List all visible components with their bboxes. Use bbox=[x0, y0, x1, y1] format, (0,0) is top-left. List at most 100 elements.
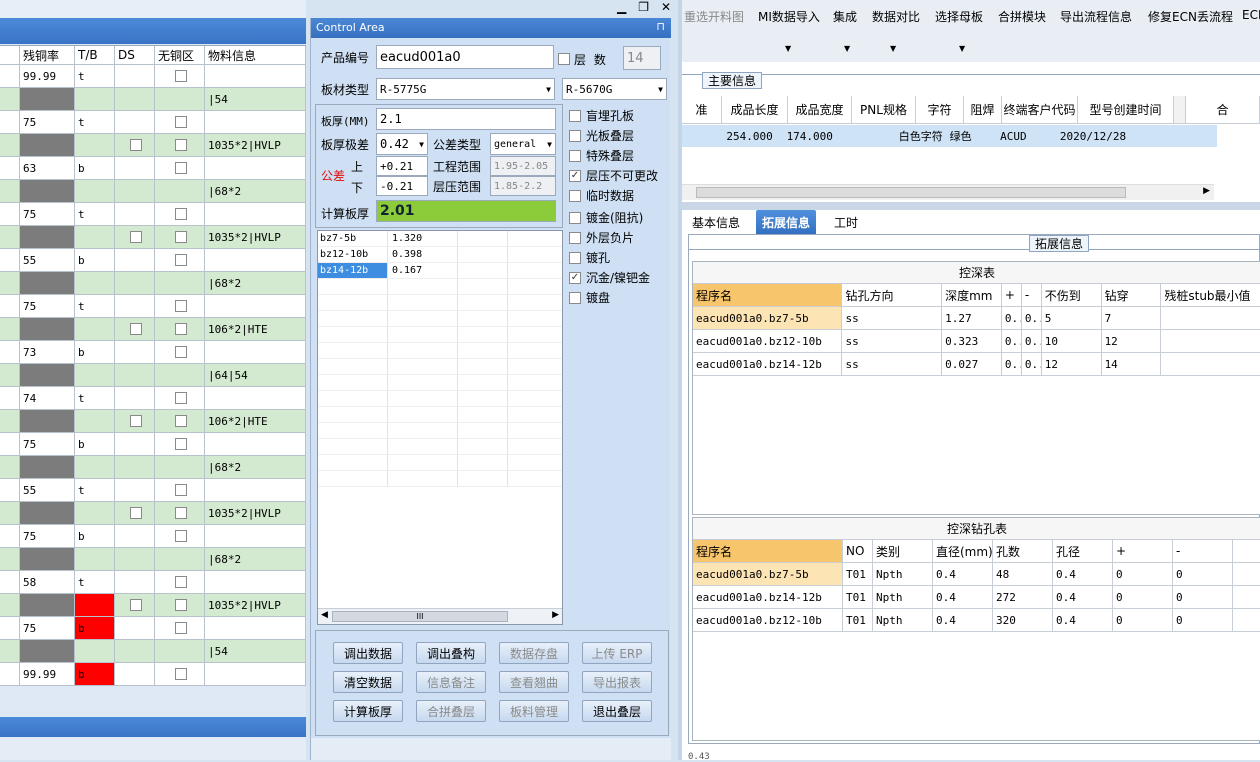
main-info-cell[interactable] bbox=[839, 125, 898, 147]
copper-rate-cell[interactable]: 75 bbox=[20, 617, 75, 639]
table-cell[interactable]: 0 bbox=[1113, 609, 1173, 631]
material-cell[interactable]: 1035*2|HVLP bbox=[205, 594, 306, 616]
no-copper-cell[interactable] bbox=[155, 203, 205, 225]
main-info-column-header[interactable]: 终端客户代码 bbox=[1002, 96, 1078, 123]
tb-cell[interactable] bbox=[75, 226, 115, 248]
data-compare-button[interactable]: 数据对比 bbox=[872, 8, 920, 25]
tb-cell[interactable]: b bbox=[75, 341, 115, 363]
material-cell[interactable] bbox=[205, 479, 306, 501]
no-copper-checkbox[interactable] bbox=[175, 507, 187, 519]
main-info-cell[interactable]: 2020/12/28 bbox=[1049, 125, 1138, 147]
column-header[interactable]: 残铜率 bbox=[20, 46, 75, 64]
merge-stack-button[interactable]: 合拼叠层 bbox=[416, 700, 486, 722]
scroll-thumb[interactable]: III bbox=[332, 611, 508, 622]
main-info-cell[interactable]: 174.000 bbox=[780, 125, 839, 147]
scroll-left-icon[interactable]: ◀ bbox=[321, 610, 328, 620]
table-cell[interactable]: 320 bbox=[993, 609, 1053, 631]
press-range-input[interactable]: 1.85-2.2 bbox=[490, 176, 556, 196]
column-header[interactable]: 直径(mm) bbox=[933, 540, 993, 562]
column-header[interactable]: - bbox=[1173, 540, 1233, 562]
table-cell[interactable]: ss bbox=[842, 307, 943, 329]
material-cell[interactable]: |68*2 bbox=[205, 180, 306, 202]
product-input[interactable]: eacud001a0 bbox=[376, 45, 554, 69]
no-copper-cell[interactable] bbox=[155, 88, 205, 110]
row-indicator[interactable] bbox=[0, 111, 20, 133]
table-cell[interactable]: 48 bbox=[993, 563, 1053, 585]
main-info-cell[interactable]: 254.000 bbox=[719, 125, 780, 147]
ds-cell[interactable] bbox=[115, 272, 155, 294]
table-cell[interactable]: 0.4 bbox=[1053, 609, 1113, 631]
list-row[interactable] bbox=[318, 375, 562, 391]
table-cell[interactable]: 0.. bbox=[1022, 353, 1042, 375]
main-info-cell[interactable] bbox=[682, 125, 719, 147]
row-indicator[interactable] bbox=[0, 548, 20, 570]
table-cell[interactable]: T01 bbox=[843, 609, 873, 631]
calc-thickness-button[interactable]: 计算板厚 bbox=[333, 700, 403, 722]
table-row[interactable]: 55 t bbox=[0, 479, 306, 502]
option-checkbox[interactable] bbox=[569, 109, 581, 122]
row-indicator[interactable] bbox=[0, 433, 20, 455]
table-row[interactable]: 75 b bbox=[0, 525, 306, 548]
copper-rate-cell[interactable] bbox=[20, 640, 75, 662]
no-copper-checkbox[interactable] bbox=[175, 254, 187, 266]
close-icon[interactable]: ✕ bbox=[661, 0, 671, 16]
no-copper-checkbox[interactable] bbox=[175, 300, 187, 312]
ds-checkbox[interactable] bbox=[130, 323, 142, 335]
table-cell[interactable]: 0.4 bbox=[933, 586, 993, 608]
table-row[interactable]: 1035*2|HVLP bbox=[0, 134, 306, 157]
ds-cell[interactable] bbox=[115, 203, 155, 225]
no-copper-cell[interactable] bbox=[155, 341, 205, 363]
ds-checkbox[interactable] bbox=[130, 139, 142, 151]
ds-cell[interactable] bbox=[115, 295, 155, 317]
material-cell[interactable]: 1035*2|HVLP bbox=[205, 502, 306, 524]
table-cell[interactable]: ss bbox=[842, 330, 943, 352]
list-row[interactable] bbox=[318, 359, 562, 375]
minimize-icon[interactable]: ▁ bbox=[617, 0, 626, 16]
no-copper-cell[interactable] bbox=[155, 134, 205, 156]
table-cell[interactable]: eacud001a0.bz7-5b bbox=[693, 563, 843, 585]
scroll-right-icon[interactable]: ▶ bbox=[552, 610, 559, 620]
main-info-row[interactable]: 254.000 174.000 白色字符 绿色 ACUD 2020/12/28 bbox=[682, 125, 1217, 147]
row-indicator[interactable] bbox=[0, 180, 20, 202]
no-copper-cell[interactable] bbox=[155, 65, 205, 87]
ds-cell[interactable] bbox=[115, 525, 155, 547]
main-info-column-header[interactable]: 合 bbox=[1186, 96, 1260, 123]
row-indicator[interactable] bbox=[0, 640, 20, 662]
table-row[interactable]: |68*2 bbox=[0, 456, 306, 479]
material-cell[interactable] bbox=[205, 203, 306, 225]
copper-rate-cell[interactable] bbox=[20, 594, 75, 616]
table-row[interactable]: 75 t bbox=[0, 111, 306, 134]
material-cell[interactable] bbox=[205, 249, 306, 271]
tb-cell[interactable] bbox=[75, 364, 115, 386]
tol-pole-select[interactable]: 0.42 ▼ bbox=[376, 133, 428, 155]
ds-cell[interactable] bbox=[115, 65, 155, 87]
column-header[interactable]: + bbox=[1113, 540, 1173, 562]
no-copper-checkbox[interactable] bbox=[175, 415, 187, 427]
exit-stack-button[interactable]: 退出叠层 bbox=[582, 700, 652, 722]
scroll-right-icon[interactable]: ▶ bbox=[1203, 186, 1210, 196]
option-3[interactable]: 层压不可更改 bbox=[569, 167, 658, 184]
table-row[interactable]: eacud001a0.bz14-12b T01 Npth 0.4 272 0.4 0 0 bbox=[693, 586, 1260, 609]
copper-rate-cell[interactable] bbox=[20, 548, 75, 570]
no-copper-cell[interactable] bbox=[155, 594, 205, 616]
material-cell[interactable]: 1035*2|HVLP bbox=[205, 134, 306, 156]
list-row[interactable]: bz7-5b 1.320 bbox=[318, 231, 562, 247]
tb-cell[interactable] bbox=[75, 88, 115, 110]
ds-checkbox[interactable] bbox=[130, 415, 142, 427]
ds-cell[interactable] bbox=[115, 364, 155, 386]
column-header[interactable]: 程序名 bbox=[693, 284, 843, 306]
no-copper-cell[interactable] bbox=[155, 249, 205, 271]
board-type-select-2[interactable]: R-5670G ▼ bbox=[562, 78, 667, 100]
ds-cell[interactable] bbox=[115, 88, 155, 110]
no-copper-checkbox[interactable] bbox=[175, 599, 187, 611]
table-row[interactable]: 1035*2|HVLP bbox=[0, 226, 306, 249]
load-data-button[interactable]: 调出数据 bbox=[333, 642, 403, 664]
copper-rate-cell[interactable]: 99.99 bbox=[20, 663, 75, 685]
material-cell[interactable] bbox=[205, 617, 306, 639]
row-indicator[interactable] bbox=[0, 249, 20, 271]
row-indicator[interactable] bbox=[0, 295, 20, 317]
column-header[interactable]: 程序名 bbox=[693, 540, 843, 562]
column-header[interactable]: 钻孔方向 bbox=[842, 284, 943, 306]
row-indicator[interactable] bbox=[0, 341, 20, 363]
table-cell[interactable]: 0 bbox=[1113, 586, 1173, 608]
